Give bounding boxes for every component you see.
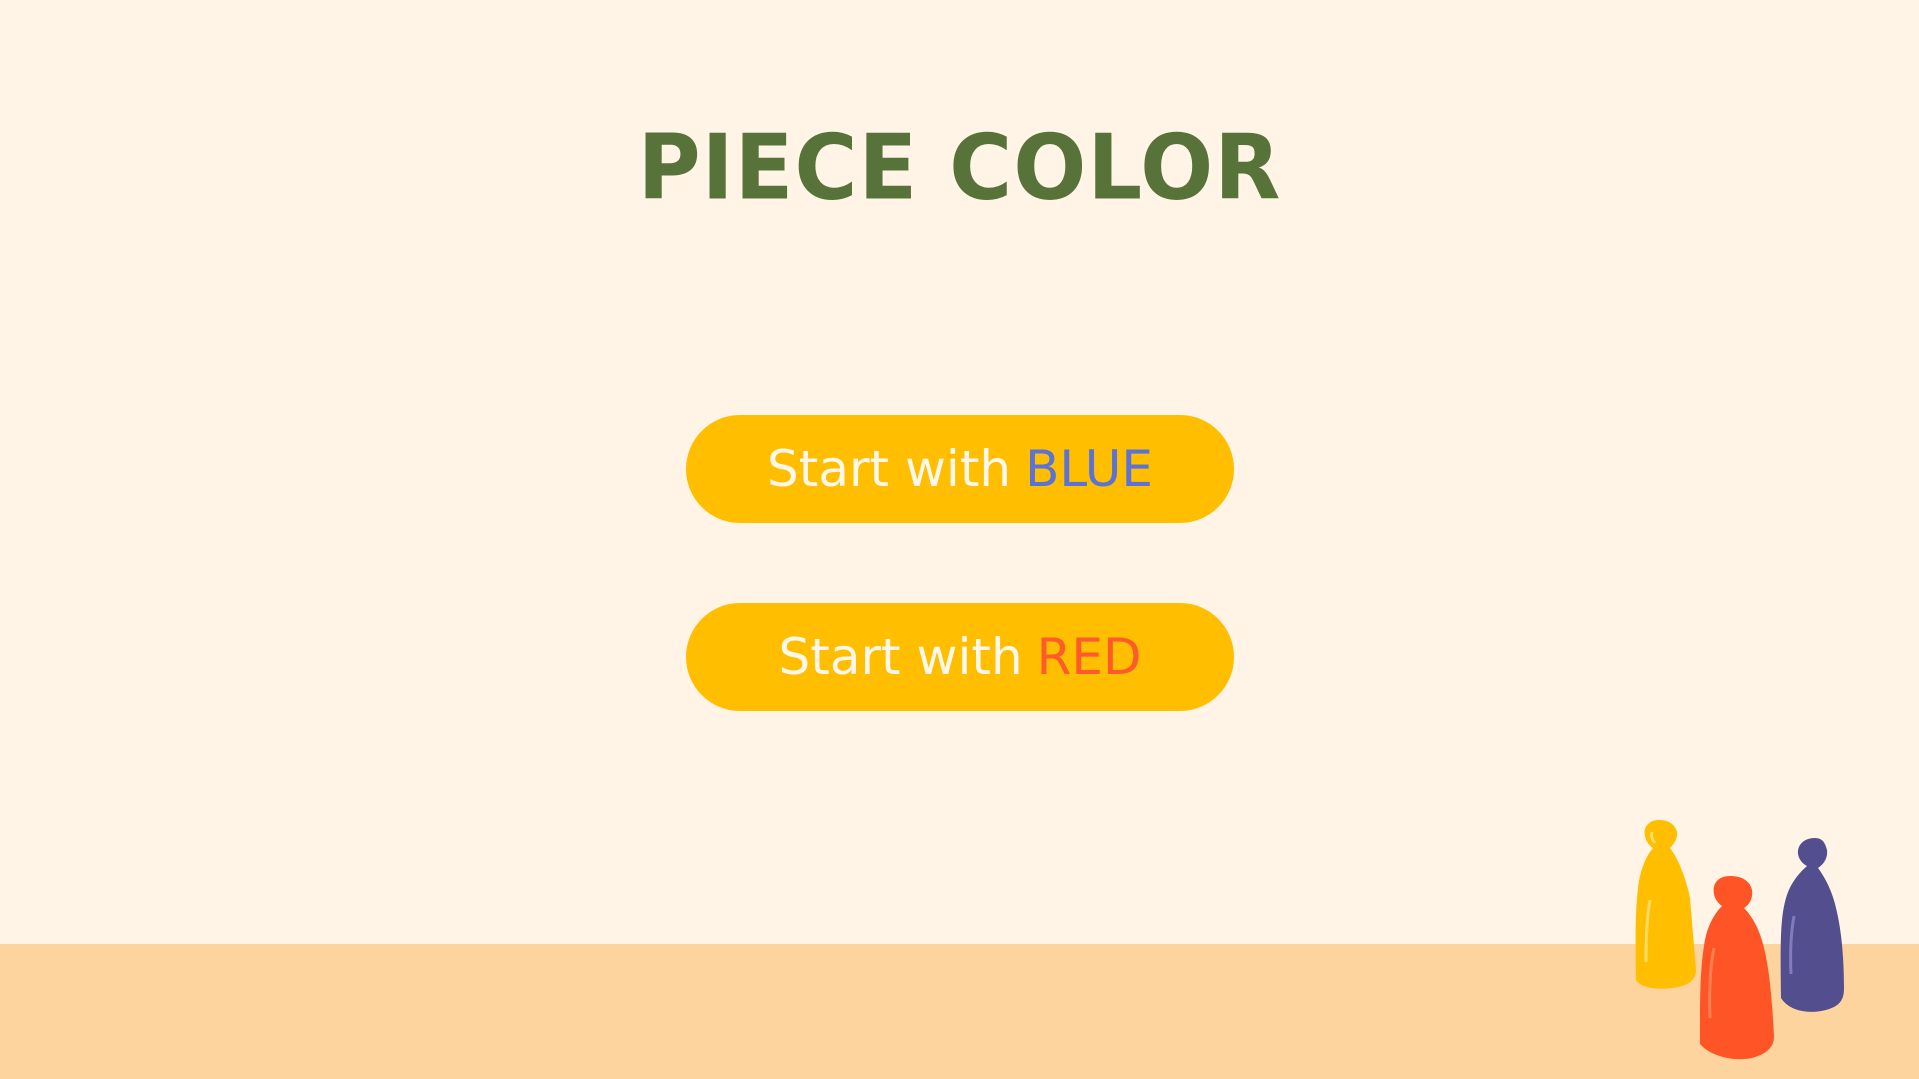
start-with-red-button[interactable]: Start with RED bbox=[686, 603, 1234, 711]
red-pawn-icon bbox=[1700, 876, 1774, 1060]
button-prefix-label: Start with bbox=[778, 628, 1023, 686]
page-title: PIECE COLOR bbox=[637, 115, 1282, 221]
game-pieces-illustration bbox=[1635, 820, 1844, 1060]
blue-color-word: BLUE bbox=[1025, 440, 1153, 498]
purple-pawn-icon bbox=[1780, 838, 1844, 1012]
button-prefix-label: Start with bbox=[767, 440, 1012, 498]
red-color-word: RED bbox=[1036, 628, 1142, 686]
yellow-pawn-icon bbox=[1635, 820, 1696, 989]
start-with-blue-button[interactable]: Start with BLUE bbox=[686, 415, 1234, 523]
